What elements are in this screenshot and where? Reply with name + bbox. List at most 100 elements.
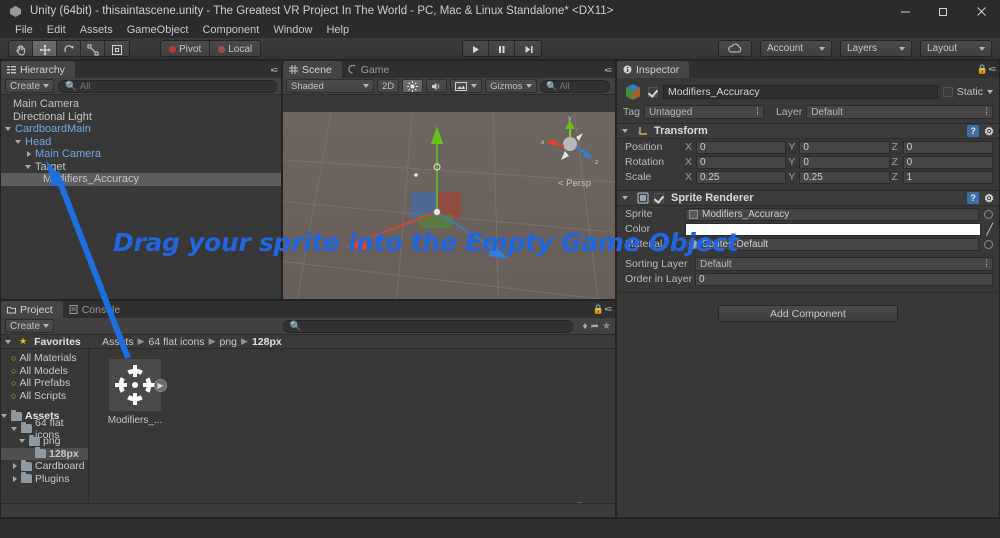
axis-input-y[interactable]: 0 <box>799 155 890 169</box>
rect-tool-icon[interactable] <box>105 41 129 56</box>
project-folder-item[interactable]: 64 flat icons <box>1 417 88 441</box>
filter-label-icon[interactable]: ➦ <box>591 321 599 332</box>
eyedropper-icon[interactable]: ╱ <box>986 223 993 236</box>
inspector-panel-menu-icon[interactable]: 🔒 ▪≡ <box>977 64 996 75</box>
scene-viewport[interactable]: y x z < Persp <box>283 112 615 299</box>
audio-toggle[interactable] <box>426 79 448 93</box>
chevron-down-icon[interactable] <box>987 90 993 94</box>
favorite-item[interactable]: ○ All Materials <box>1 352 88 365</box>
2d-toggle[interactable]: 2D <box>377 79 400 93</box>
hierarchy-item[interactable]: Target <box>1 161 281 174</box>
scene-view-gizmo[interactable]: y x z <box>535 116 605 182</box>
hierarchy-item[interactable]: Directional Light <box>1 111 281 124</box>
hand-tool-icon[interactable] <box>9 41 33 56</box>
tab-game[interactable]: Game <box>341 61 400 78</box>
foldout-down-icon[interactable] <box>11 425 19 433</box>
projection-label[interactable]: < Persp <box>558 178 591 189</box>
layers-dropdown[interactable]: Layers <box>840 40 912 57</box>
sprite-renderer-enabled-checkbox[interactable] <box>654 193 664 203</box>
layout-dropdown[interactable]: Layout <box>920 40 992 57</box>
foldout-right-icon[interactable] <box>11 462 19 470</box>
add-component-button[interactable]: Add Component <box>718 305 898 322</box>
filter-type-icon[interactable]: ♦ <box>583 321 588 332</box>
sprite-renderer-header[interactable]: Sprite Renderer ? ⚙ <box>617 190 999 206</box>
foldout-down-icon[interactable] <box>15 138 23 146</box>
local-toggle[interactable]: Local <box>210 41 261 56</box>
breadcrumb-item[interactable]: png <box>219 336 237 348</box>
static-toggle[interactable]: Static <box>942 86 993 98</box>
axis-input-x[interactable]: 0 <box>696 155 787 169</box>
move-tool-icon[interactable] <box>33 41 57 56</box>
sprite-picker-icon[interactable] <box>984 209 993 219</box>
cloud-icon[interactable] <box>718 40 752 57</box>
project-folder-item[interactable]: Cardboard <box>1 459 88 473</box>
shading-mode-dropdown[interactable]: Shaded <box>286 79 374 93</box>
gizmos-dropdown[interactable]: Gizmos <box>485 79 538 93</box>
menu-gameobject[interactable]: GameObject <box>120 22 196 38</box>
tab-scene[interactable]: Scene <box>283 61 342 78</box>
scale-tool-icon[interactable] <box>81 41 105 56</box>
hierarchy-item[interactable]: Head <box>1 136 281 149</box>
foldout-open-icon[interactable] <box>1 412 9 420</box>
favorite-item[interactable]: ○ All Scripts <box>1 390 88 403</box>
tab-console[interactable]: Console <box>62 301 131 318</box>
project-create-button[interactable]: Create <box>5 319 55 333</box>
move-gizmo[interactable] <box>341 120 561 290</box>
account-dropdown[interactable]: Account <box>760 40 832 57</box>
material-picker-icon[interactable] <box>984 239 993 249</box>
axis-input-y[interactable]: 0 <box>799 140 890 154</box>
hierarchy-search-input[interactable]: 🔍 All <box>58 79 277 93</box>
object-enabled-checkbox[interactable] <box>648 87 658 97</box>
order-in-layer-field[interactable]: 0 <box>695 272 993 286</box>
foldout-open-icon[interactable] <box>622 194 630 202</box>
favorites-foldout-icon[interactable] <box>5 338 13 346</box>
pause-button[interactable] <box>489 41 515 56</box>
transform-component-header[interactable]: Transform ? ⚙ <box>617 123 999 139</box>
pivot-toggle[interactable]: Pivot <box>161 41 211 56</box>
menu-help[interactable]: Help <box>319 22 356 38</box>
foldout-right-icon[interactable] <box>11 475 19 483</box>
asset-thumbnail[interactable]: ▶ <box>109 359 167 411</box>
axis-input-z[interactable]: 1 <box>902 170 993 184</box>
tab-hierarchy[interactable]: Hierarchy <box>1 61 75 78</box>
menu-component[interactable]: Component <box>195 22 266 38</box>
foldout-open-icon[interactable] <box>622 127 630 135</box>
axis-input-z[interactable]: 0 <box>902 155 993 169</box>
hierarchy-item[interactable]: Main Camera <box>1 98 281 111</box>
gear-icon[interactable]: ⚙ <box>984 192 994 205</box>
tab-inspector[interactable]: Inspector <box>617 61 690 78</box>
asset-preview-play-icon[interactable]: ▶ <box>154 379 167 392</box>
favorite-item[interactable]: ○ All Models <box>1 365 88 378</box>
menu-window[interactable]: Window <box>266 22 319 38</box>
static-checkbox[interactable] <box>942 87 953 97</box>
hierarchy-panel-menu-icon[interactable]: ▪≡ <box>271 65 279 75</box>
axis-input-x[interactable]: 0.25 <box>696 170 787 184</box>
breadcrumb-item[interactable]: Assets <box>102 336 134 348</box>
gear-icon[interactable]: ⚙ <box>984 125 994 138</box>
axis-input-x[interactable]: 0 <box>696 140 787 154</box>
sprite-object-field[interactable]: Modifiers_Accuracy <box>685 207 979 221</box>
hierarchy-create-button[interactable]: Create <box>5 79 55 93</box>
tab-project[interactable]: Project <box>1 301 63 318</box>
foldout-down-icon[interactable] <box>19 437 27 445</box>
asset-item[interactable]: ▶ Modifiers_... <box>103 359 167 426</box>
hierarchy-item[interactable]: Modifiers_Accuracy <box>1 173 281 186</box>
restore-icon[interactable] <box>924 0 962 22</box>
foldout-down-icon[interactable] <box>5 125 13 133</box>
scene-search-input[interactable]: 🔍 All <box>540 79 611 93</box>
project-panel-menu-icon[interactable]: 🔒 ▪≡ <box>593 304 612 315</box>
help-icon[interactable]: ? <box>967 125 980 137</box>
tag-dropdown[interactable]: Untagged ⁞ <box>643 105 764 119</box>
axis-input-y[interactable]: 0.25 <box>799 170 890 184</box>
project-search-input[interactable]: 🔍 <box>282 319 573 333</box>
hierarchy-item[interactable]: Main Camera <box>1 148 281 161</box>
menu-file[interactable]: File <box>8 22 40 38</box>
project-folder-item[interactable]: Plugins <box>1 472 88 486</box>
axis-input-z[interactable]: 0 <box>902 140 993 154</box>
layer-dropdown[interactable]: Default ⁞ <box>806 105 993 119</box>
step-button[interactable] <box>515 41 541 56</box>
breadcrumb-item[interactable]: 128px <box>252 336 282 348</box>
lighting-toggle[interactable] <box>402 79 424 93</box>
effects-toggle[interactable] <box>450 79 483 93</box>
hierarchy-item[interactable]: CardboardMain <box>1 123 281 136</box>
